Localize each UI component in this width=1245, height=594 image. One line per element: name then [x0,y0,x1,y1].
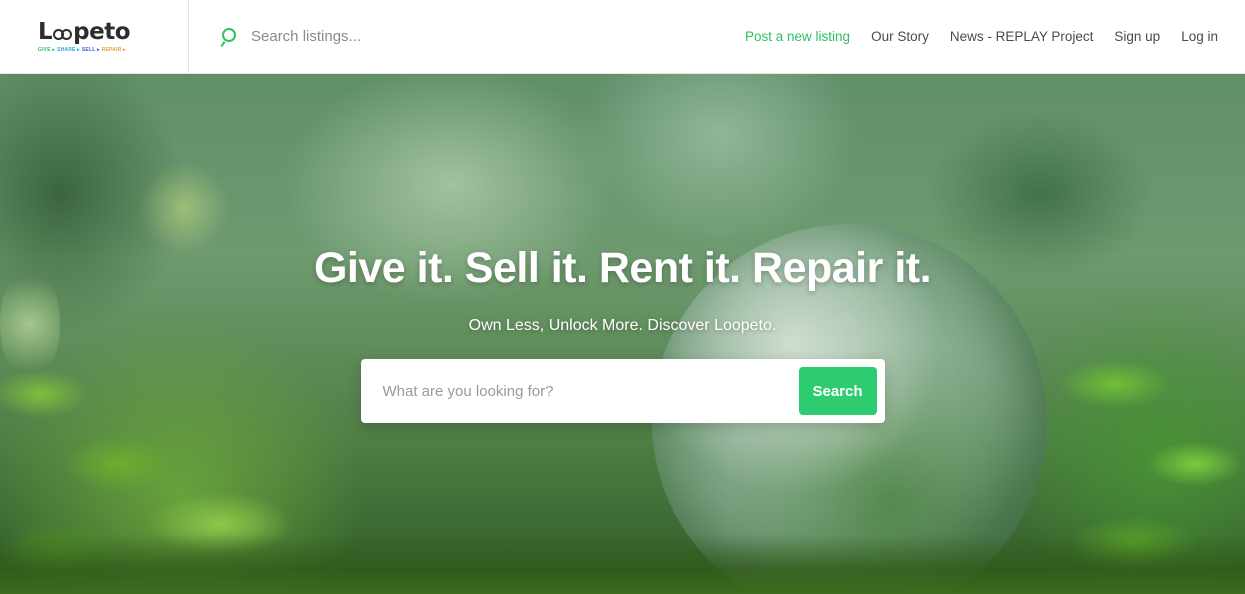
tagline-sell: SELL ▸ [81,47,100,53]
hero-search-button[interactable]: Search [798,367,877,415]
hero-content: Give it. Sell it. Rent it. Repair it. Ow… [0,74,1245,594]
post-listing-link[interactable]: Post a new listing [745,29,850,44]
hero-subtitle: Own Less, Unlock More. Discover Loopeto. [468,317,777,334]
sign-up-link[interactable]: Sign up [1114,29,1160,44]
hero-section: Give it. Sell it. Rent it. Repair it. Ow… [0,74,1245,594]
top-search-bar [219,17,559,57]
tagline-share: SHARE ▸ [57,47,80,53]
loopeto-logo[interactable]: Lpeto GIVE ▸ SHARE ▸ SELL ▸ REPAIR ▸ [0,0,189,74]
log-in-link[interactable]: Log in [1181,29,1218,44]
tagline-give: GIVE ▸ [38,47,56,53]
search-icon[interactable] [219,26,241,48]
top-navigation-bar: Lpeto GIVE ▸ SHARE ▸ SELL ▸ REPAIR ▸ Pos… [0,0,1245,74]
logo-infinity-icon [53,24,73,40]
tagline-repair: REPAIR ▸ [101,47,126,53]
hero-title: Give it. Sell it. Rent it. Repair it. [313,244,932,292]
main-nav: Post a new listing Our Story News - REPL… [745,29,1245,44]
hero-search-box: Search [360,359,885,423]
logo-tagline: GIVE ▸ SHARE ▸ SELL ▸ REPAIR ▸ [38,47,188,53]
our-story-link[interactable]: Our Story [871,29,929,44]
logo-wordmark: Lpeto [38,19,131,45]
search-listings-input[interactable] [251,28,541,45]
hero-search-input[interactable] [382,382,799,400]
news-link[interactable]: News - REPLAY Project [950,29,1094,44]
